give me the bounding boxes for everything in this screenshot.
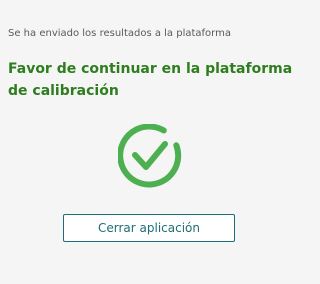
status-message: Se ha enviado los resultados a la plataf… — [8, 28, 231, 39]
page-title: Favor de continuar en la plataforma de c… — [8, 61, 293, 99]
check-circle-icon — [118, 124, 182, 188]
close-app-button[interactable]: Cerrar aplicación — [63, 214, 235, 242]
